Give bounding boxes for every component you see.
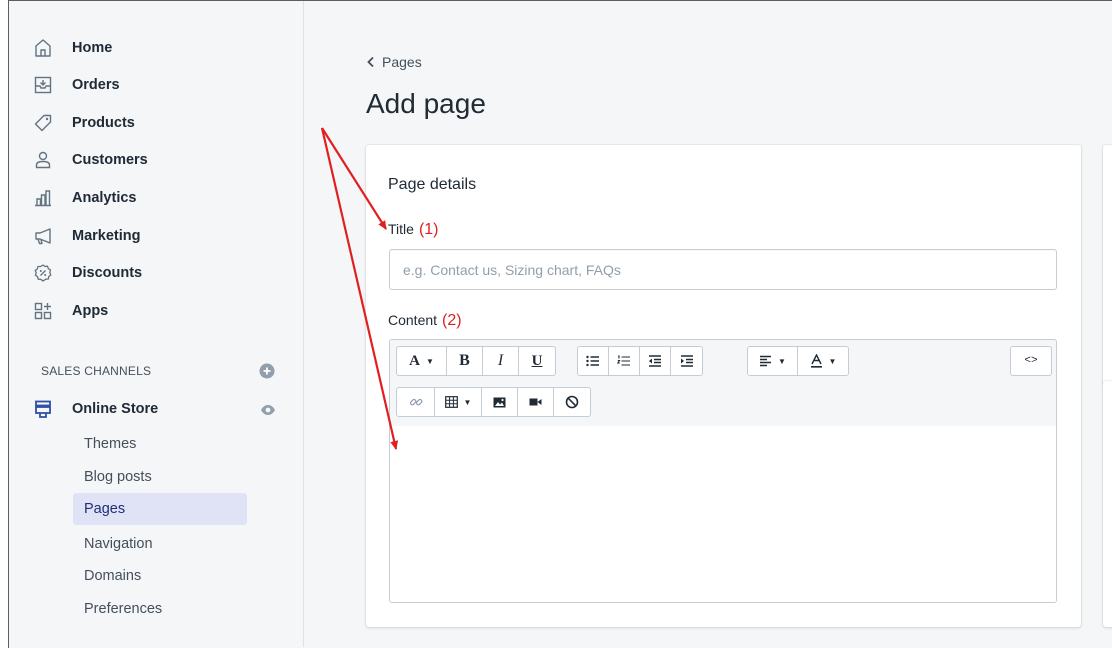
annotation-1: (1) [418,221,439,238]
chevron-left-icon [367,56,374,68]
indent-icon [680,355,693,367]
insert-video-button[interactable] [518,388,554,416]
sidebar: Home Orders Products Customers Analytics… [9,1,304,647]
formatting-group: A ▼ B I U [396,346,556,376]
sidebar-item-label: Customers [72,152,148,168]
sidebar-item-label: Marketing [72,228,141,244]
html-toggle-button[interactable]: <> [1011,347,1051,375]
sidebar-item-marketing[interactable]: Marketing [33,221,263,251]
indent-button[interactable] [671,347,702,375]
discount-icon [33,263,53,283]
sidebar-item-label: Apps [72,303,109,319]
sidebar-item-apps[interactable]: Apps [33,296,263,326]
title-input[interactable] [389,249,1057,290]
insert-link-button[interactable] [397,388,435,416]
caret-down-icon: ▼ [463,397,472,407]
sidebar-item-label: Discounts [72,265,143,281]
content-editor-area[interactable] [390,426,1056,602]
sidebar-subitem-blog-posts[interactable]: Blog posts [73,461,247,493]
image-icon [493,397,506,407]
sidebar-subitem-domains[interactable]: Domains [73,560,247,592]
store-icon [33,399,53,419]
italic-button[interactable]: I [483,347,519,375]
align-dropdown[interactable]: ▼ [748,347,798,375]
home-icon [33,38,53,58]
content-label: Content (2) [388,312,462,330]
font-style-label: A [409,352,420,369]
clear-formatting-icon [565,395,579,409]
insert-table-dropdown[interactable]: ▼ [435,388,482,416]
html-group: <> [1010,346,1052,376]
rich-text-editor: A ▼ B I U ▼ ▼ <> ▼ [389,339,1057,603]
eye-icon [261,405,275,415]
caret-down-icon: ▼ [828,356,837,366]
bar-chart-icon [33,188,53,208]
plus-circle-icon [259,363,275,379]
bullet-list-icon [586,355,599,367]
outdent-icon [649,355,661,367]
list-group [577,346,703,376]
tag-icon [33,113,53,133]
sidebar-subitem-pages[interactable]: Pages [73,493,247,525]
alignment-group: ▼ ▼ [747,346,849,376]
sidebar-item-discounts[interactable]: Discounts [33,258,263,288]
bold-button[interactable]: B [447,347,483,375]
text-color-dropdown[interactable]: ▼ [798,347,848,375]
side-card-template [1103,381,1112,627]
title-label: Title (1) [388,221,439,239]
bullet-list-button[interactable] [578,347,609,375]
caret-down-icon: ▼ [778,356,786,366]
sidebar-item-online-store[interactable]: Online Store [33,394,263,424]
breadcrumb[interactable]: Pages [366,54,422,70]
side-card-visibility [1103,145,1112,385]
person-icon [33,150,53,170]
sidebar-item-label: Online Store [72,401,159,417]
caret-down-icon: ▼ [425,356,434,366]
sidebar-subitem-preferences[interactable]: Preferences [73,593,247,625]
view-store-button[interactable] [260,402,276,418]
title-label-text: Title [388,221,414,237]
sidebar-item-customers[interactable]: Customers [33,145,263,175]
clear-formatting-button[interactable] [554,388,590,416]
sidebar-item-label: Home [72,40,113,56]
main-content: Pages Add page Page details Title(1) Con… [304,1,1112,647]
insert-group: ▼ [396,387,591,417]
card-heading: Page details [388,176,477,193]
apps-icon [33,301,53,321]
sidebar-item-products[interactable]: Products [33,108,263,138]
insert-image-button[interactable] [482,388,518,416]
annotation-2: (2) [442,312,462,329]
sidebar-item-label: Analytics [72,190,137,206]
sidebar-item-label: Orders [72,77,120,93]
sidebar-item-orders[interactable]: Orders [33,70,263,100]
megaphone-icon [33,226,53,246]
page-title: Add page [366,88,486,119]
sidebar-subitem-themes[interactable]: Themes [73,428,247,460]
sidebar-item-label: Products [72,115,135,131]
numbered-list-button[interactable] [609,347,640,375]
sidebar-item-analytics[interactable]: Analytics [33,183,263,213]
outdent-button[interactable] [640,347,671,375]
page-details-card: Page details Title(1) Content(2) A▼ B I … [366,145,1081,627]
sidebar-item-home[interactable]: Home [33,33,263,63]
add-channel-button[interactable] [259,363,275,379]
link-icon [409,398,422,406]
text-color-icon [810,354,822,368]
sidebar-subitem-navigation[interactable]: Navigation [73,528,247,560]
content-label-text: Content [388,312,438,328]
numbered-list-icon [617,355,630,366]
underline-button[interactable]: U [519,347,555,375]
align-left-icon [760,355,772,367]
orders-icon [33,75,53,95]
sales-channels-heading: SALES CHANNELS [41,364,152,378]
breadcrumb-link[interactable]: Pages [382,54,422,70]
table-icon [444,396,458,408]
video-icon [529,398,542,406]
editor-toolbar: A ▼ B I U ▼ ▼ <> ▼ [390,340,1056,427]
font-style-dropdown[interactable]: A ▼ [397,347,447,375]
